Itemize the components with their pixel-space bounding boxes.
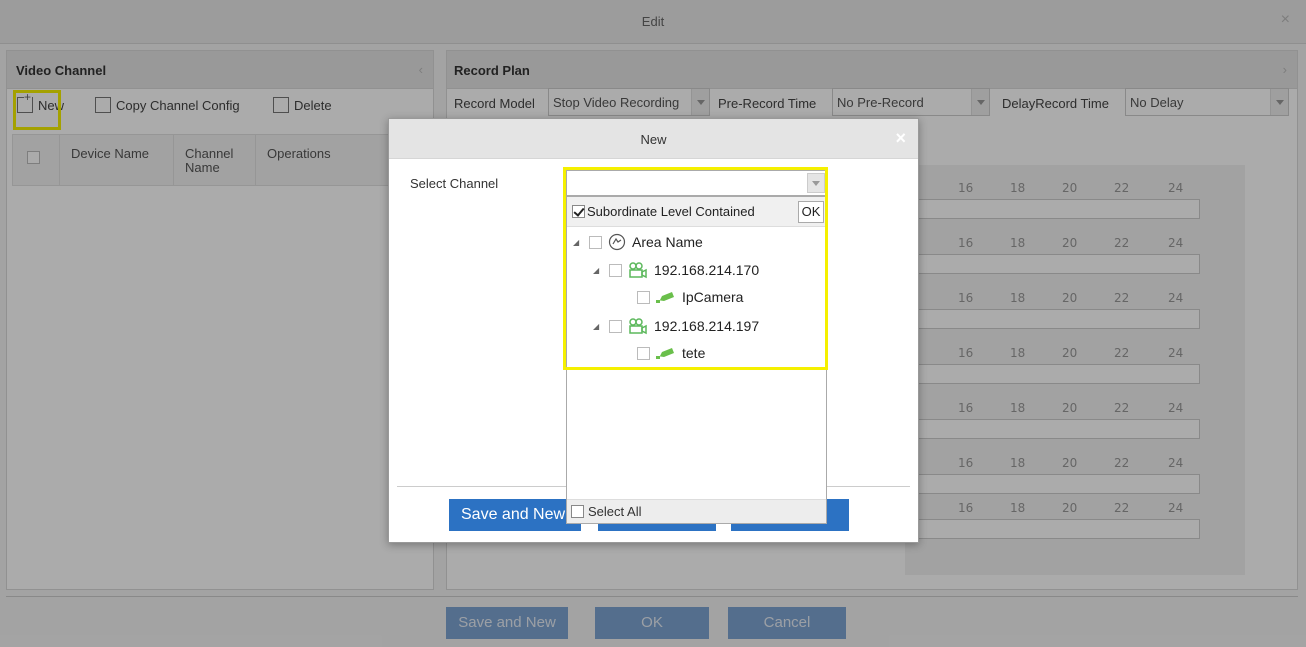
checkbox-icon bbox=[571, 505, 584, 518]
tree-highlight bbox=[563, 167, 828, 370]
dropdown-footer: Select All bbox=[567, 499, 826, 523]
modal-save-and-new-button[interactable]: Save and New bbox=[449, 499, 581, 531]
modal-save-and-new-label: Save and New bbox=[461, 506, 566, 523]
select-all-label: Select All bbox=[588, 504, 642, 519]
close-icon[interactable]: × bbox=[895, 128, 906, 149]
new-modal-title: New bbox=[640, 132, 667, 147]
select-all-checkbox[interactable]: Select All bbox=[571, 504, 641, 519]
select-channel-label: Select Channel bbox=[410, 176, 499, 191]
new-modal-titlebar: New × bbox=[389, 119, 918, 159]
